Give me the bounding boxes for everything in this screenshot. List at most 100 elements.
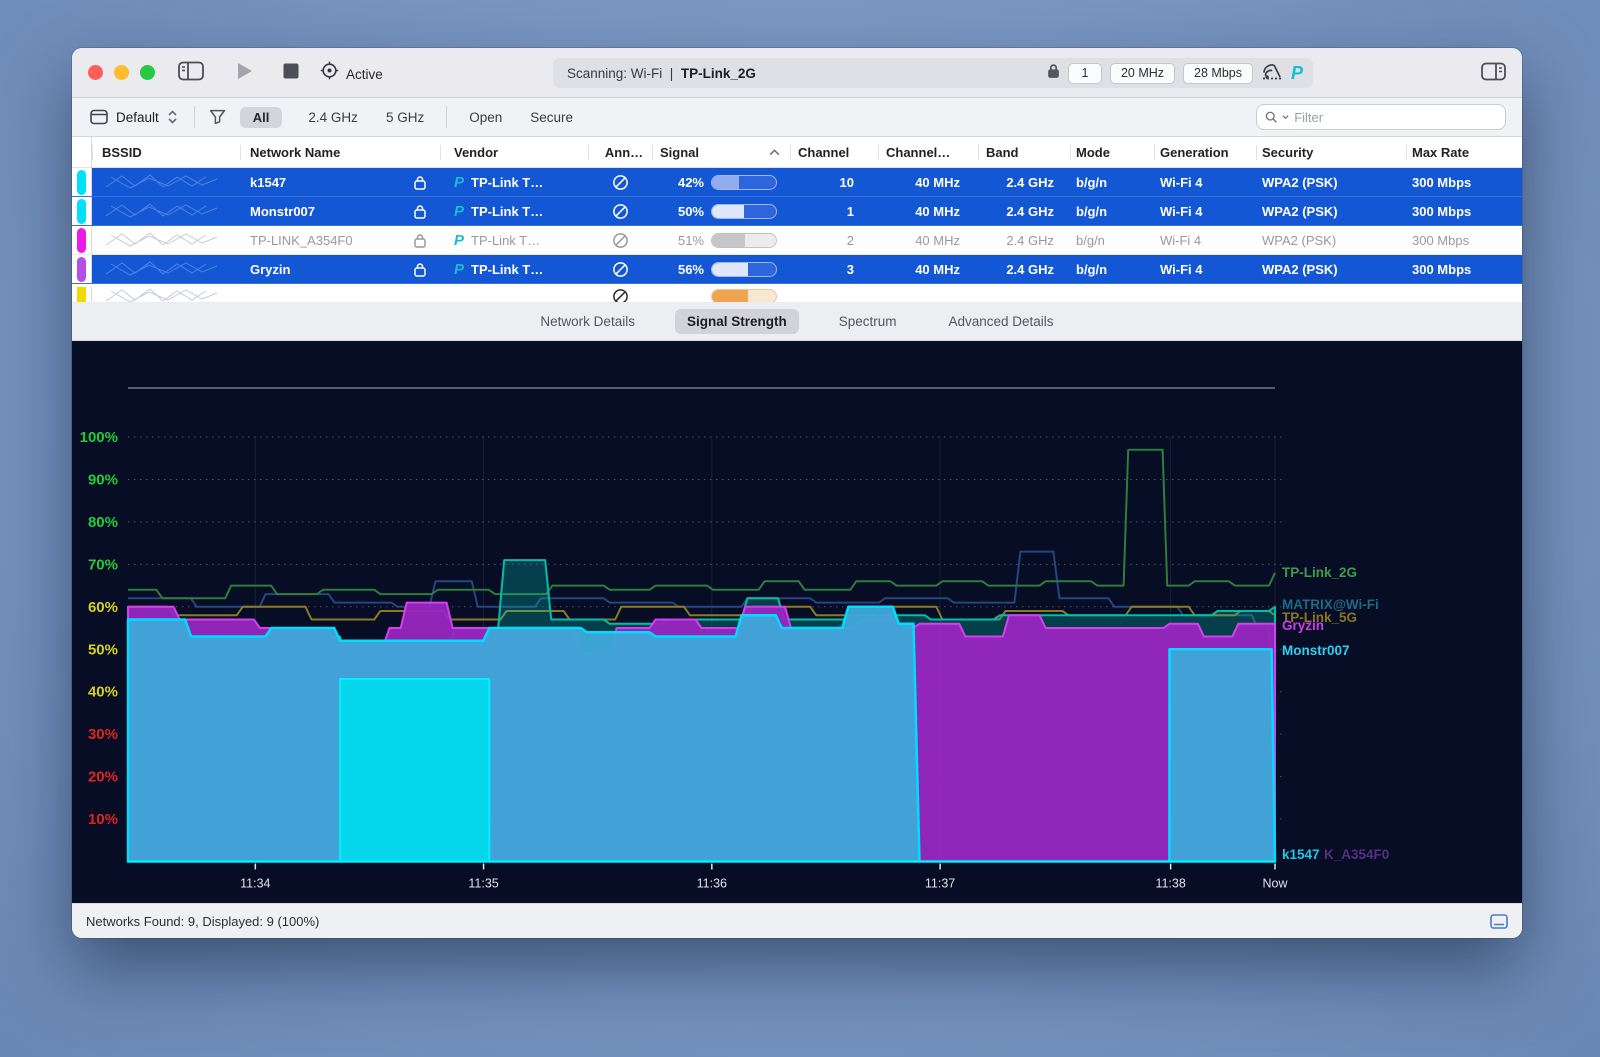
network-color-chip (72, 226, 92, 254)
play-scan-icon[interactable] (236, 61, 254, 86)
stop-scan-icon[interactable] (282, 61, 300, 86)
channel-cell: 2 (846, 232, 854, 248)
network-row[interactable]: k1547 P TP-Link T… 42% 10 40 MHz 2.4 GHz b/g/n W… (72, 168, 1522, 197)
bssid-redacted (92, 255, 240, 283)
column-header-max-rate[interactable]: Max Rate (1406, 137, 1522, 167)
tab-spectrum[interactable]: Spectrum (827, 309, 909, 334)
tp-link-logo-icon: P (454, 231, 465, 249)
vendor-name: TP-Link T… (471, 261, 544, 277)
filter-open-button[interactable]: Open (469, 110, 502, 125)
zoom-window-button[interactable] (140, 64, 155, 80)
network-row[interactable]: Gryzin P TP-Link T… 56% 3 40 MHz 2.4 GHz b/g/n W… (72, 255, 1522, 284)
column-header-generation[interactable]: Generation (1154, 137, 1256, 167)
band-cell: 2.4 GHz (1006, 232, 1054, 248)
filter-search-field[interactable] (1256, 104, 1506, 130)
tab-network-details[interactable]: Network Details (528, 309, 647, 334)
display-mode-icon[interactable] (1490, 913, 1508, 929)
signal-cell: 56% (652, 255, 790, 283)
chart-series-label: K_A354F0 (1324, 847, 1390, 862)
window-title-chip: Scanning: Wi-Fi | TP-Link_2G 1 20 MHz 28… (553, 58, 1313, 88)
y-axis-label: 100% (80, 429, 118, 446)
bssid-redacted (92, 168, 240, 196)
network-row[interactable]: TP-LINK_A354F0 P TP-Link T… 51% 2 40 MHz 2.4 G… (72, 226, 1522, 255)
y-axis-label: 30% (88, 726, 118, 743)
vendor-cell: P TP-Link T… (440, 255, 588, 283)
y-axis-label: 10% (88, 811, 118, 828)
lock-icon (414, 233, 426, 248)
generation-cell: Wi-Fi 4 (1160, 261, 1203, 277)
network-color-chip (72, 197, 92, 225)
network-row[interactable] (72, 284, 1522, 303)
signal-cell: 50% (652, 197, 790, 225)
max-rate-cell: 300 Mbps (1412, 174, 1472, 190)
channel-width-cell: 40 MHz (915, 174, 960, 190)
column-header-signal[interactable]: Signal (652, 137, 790, 167)
filter-all-button[interactable]: All (239, 106, 283, 128)
networks-found-status: Networks Found: 9, Displayed: 9 (100%) (86, 913, 320, 929)
sidebar-toggle-icon[interactable] (178, 61, 204, 86)
column-header-band[interactable]: Band (978, 137, 1070, 167)
signal-cell: 51% (652, 226, 790, 254)
close-window-button[interactable] (88, 64, 103, 80)
column-header-mode[interactable]: Mode (1070, 137, 1154, 167)
y-axis-label: 40% (88, 684, 118, 701)
security-cell: WPA2 (PSK) (1262, 174, 1338, 190)
bssid-redacted (92, 226, 240, 254)
column-header-vendor[interactable]: Vendor (440, 137, 588, 167)
signal-percent: 56% (677, 261, 704, 277)
y-axis-label: 70% (88, 556, 118, 573)
filter-5ghz-button[interactable]: 5 GHz (386, 110, 424, 125)
signal-cell: 42% (652, 168, 790, 196)
filter-secure-button[interactable]: Secure (530, 110, 573, 125)
signal-cell (652, 287, 790, 302)
vendor-name: TP-Link T… (471, 203, 544, 219)
filter-input[interactable] (1294, 109, 1497, 125)
annotation-icon (588, 226, 652, 254)
y-axis-label: 80% (88, 514, 118, 531)
column-header-network-name[interactable]: Network Name (240, 137, 440, 167)
mode-cell (1070, 287, 1154, 302)
annotation-icon (588, 255, 652, 283)
column-header-bssid[interactable]: BSSID (92, 137, 240, 167)
right-panel-toggle-icon[interactable] (1481, 62, 1506, 86)
network-color-chip (72, 168, 92, 196)
vendor-name: TP-Link T… (471, 174, 544, 190)
column-header-channel[interactable]: Channel (790, 137, 878, 167)
profile-selector[interactable]: Default (90, 109, 178, 125)
table-body: k1547 P TP-Link T… 42% 10 40 MHz 2.4 GHz b/g/n W… (72, 168, 1522, 303)
active-target-icon (320, 61, 339, 85)
y-axis-label: 20% (88, 769, 118, 786)
generation-cell: Wi-Fi 4 (1160, 232, 1202, 248)
column-header-annotation[interactable]: Ann… (588, 137, 652, 167)
max-rate-cell (1406, 287, 1522, 302)
x-axis-label: 11:35 (468, 877, 498, 891)
tab-signal-strength[interactable]: Signal Strength (674, 309, 799, 334)
toolbar-divider (193, 106, 195, 128)
mode-cell: b/g/n (1076, 232, 1105, 248)
toolbar-divider (446, 106, 448, 128)
column-header-color[interactable] (72, 137, 92, 167)
network-color-chip (72, 255, 92, 283)
channel-width-cell: 40 MHz (915, 203, 960, 219)
toolbar: Default All 2.4 GHz 5 GHz Open Secure (72, 98, 1522, 137)
vendor-cell: P TP-Link T… (440, 168, 588, 196)
tp-link-logo-icon: P (454, 173, 465, 191)
lock-icon (1047, 63, 1060, 84)
tp-link-logo-icon: P (454, 260, 465, 278)
column-header-security[interactable]: Security (1256, 137, 1406, 167)
vendor-cell: P TP-Link T… (440, 226, 588, 254)
network-row[interactable]: Monstr007 P TP-Link T… 50% 1 40 MHz 2.4 GHz b/g… (72, 197, 1522, 226)
minimize-window-button[interactable] (114, 64, 129, 80)
tab-advanced-details[interactable]: Advanced Details (937, 309, 1066, 334)
channel-badge: 1 (1067, 62, 1102, 84)
chart-series-label: TP-Link_2G (1282, 565, 1358, 580)
filter-24ghz-button[interactable]: 2.4 GHz (308, 110, 358, 125)
channel-width-cell: 40 MHz (915, 261, 960, 277)
network-name-cell: Monstr007 (240, 197, 440, 225)
generation-cell: Wi-Fi 4 (1160, 203, 1203, 219)
band-cell: 2.4 GHz (1006, 261, 1054, 277)
security-cell: WPA2 (PSK) (1262, 232, 1337, 248)
filter-funnel-icon[interactable] (209, 109, 226, 125)
mode-cell: b/g/n (1076, 174, 1108, 190)
column-header-channel-width[interactable]: Channel… (878, 137, 978, 167)
